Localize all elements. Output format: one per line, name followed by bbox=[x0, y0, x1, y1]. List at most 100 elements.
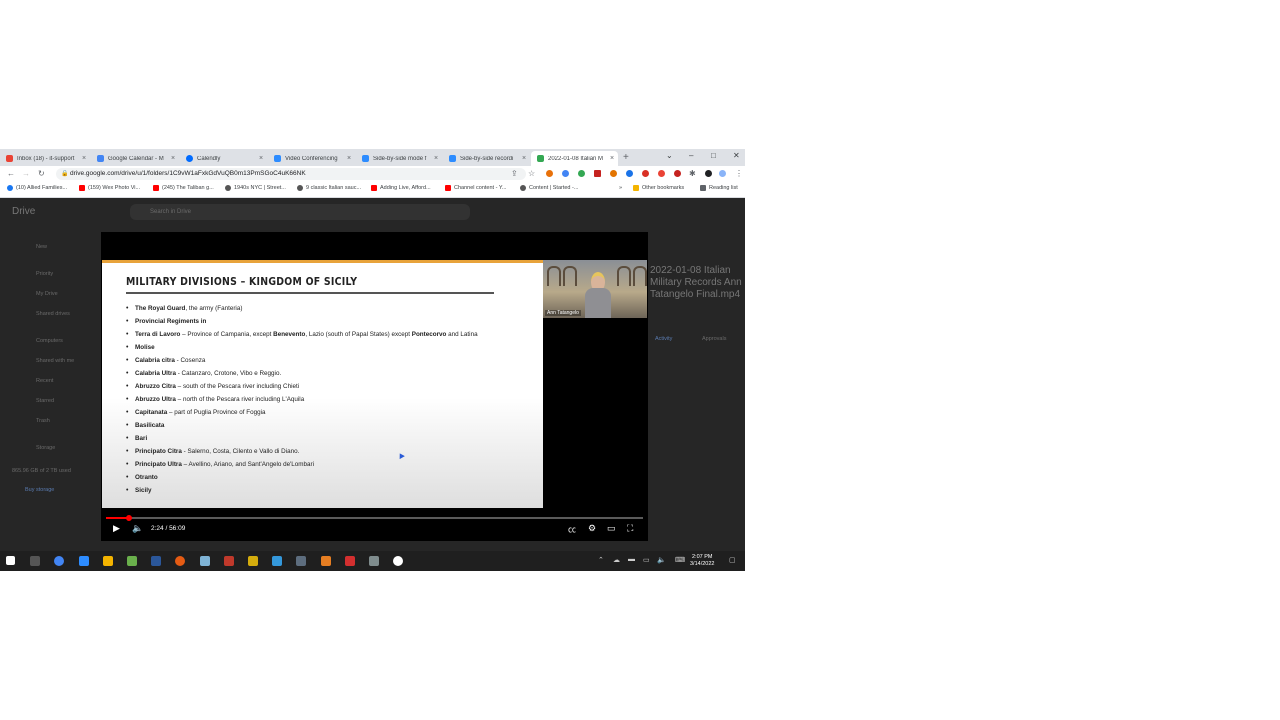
close-icon[interactable]: × bbox=[257, 155, 265, 162]
drive-nav-new[interactable]: New bbox=[36, 244, 47, 250]
captions-icon[interactable]: ㏄ bbox=[568, 524, 576, 535]
slide-bullet: Capitanata – part of Puglia Province of … bbox=[126, 406, 478, 419]
media-icon[interactable] bbox=[705, 170, 712, 177]
speaker-icon[interactable]: 🔈 bbox=[657, 556, 666, 564]
close-icon[interactable]: × bbox=[345, 155, 353, 162]
close-icon[interactable]: × bbox=[80, 155, 88, 162]
video-player[interactable]: MILITARY DIVISIONS – KINGDOM OF SICILY T… bbox=[101, 232, 648, 541]
close-icon[interactable]: × bbox=[608, 155, 616, 162]
extension-icon[interactable] bbox=[578, 170, 585, 177]
fullscreen-icon[interactable]: ⛶ bbox=[627, 523, 633, 534]
task-view-icon[interactable] bbox=[30, 556, 40, 566]
app-icon[interactable] bbox=[272, 556, 282, 566]
tab-inbox[interactable]: Inbox (18) - it-support × bbox=[0, 151, 90, 166]
share-icon[interactable]: ⇪ bbox=[511, 169, 518, 178]
tab-search-icon[interactable]: ⌄ bbox=[666, 151, 673, 160]
progress-scrubber[interactable] bbox=[126, 515, 133, 521]
close-icon[interactable]: × bbox=[520, 155, 528, 162]
more-menu-icon[interactable]: ⋮ bbox=[735, 169, 743, 178]
close-icon[interactable]: × bbox=[169, 155, 177, 162]
tab-calendly[interactable]: Calendly × bbox=[180, 151, 267, 166]
tab-italian-military[interactable]: 2022-01-08 Italian M × bbox=[531, 151, 618, 166]
extension-icon[interactable] bbox=[546, 170, 553, 177]
play-icon[interactable]: ▶ bbox=[113, 523, 120, 534]
other-bookmarks[interactable]: Other bookmarks bbox=[633, 185, 684, 191]
profile-avatar[interactable] bbox=[719, 170, 726, 177]
forward-icon[interactable]: → bbox=[22, 169, 30, 178]
slide-title: MILITARY DIVISIONS – KINGDOM OF SICILY bbox=[126, 275, 358, 288]
app-icon[interactable] bbox=[248, 556, 258, 566]
drive-nav-priority[interactable]: Priority bbox=[36, 271, 53, 277]
media-player-icon[interactable] bbox=[393, 556, 403, 566]
app-icon[interactable] bbox=[127, 556, 137, 566]
zoom-icon[interactable] bbox=[79, 556, 89, 566]
tab-side-by-side-recording[interactable]: Side-by-side recordi × bbox=[443, 151, 530, 166]
app-icon[interactable] bbox=[369, 556, 379, 566]
reload-icon[interactable]: ↻ bbox=[38, 169, 45, 178]
bookmarks-overflow-icon[interactable]: » bbox=[619, 185, 622, 191]
tab-approvals[interactable]: Approvals bbox=[702, 336, 726, 342]
back-icon[interactable]: ← bbox=[7, 169, 15, 178]
extension-icon[interactable] bbox=[674, 170, 681, 177]
window-close-icon[interactable]: ✕ bbox=[733, 151, 740, 160]
bookmark-item[interactable]: (159) Wex Photo Vi... bbox=[79, 185, 140, 191]
bookmark-item[interactable]: 9 classic Italian sauc... bbox=[297, 185, 361, 191]
tab-google-calendar[interactable]: Google Calendar - M × bbox=[91, 151, 179, 166]
address-bar[interactable]: 🔒 drive.google.com/drive/u/1/folders/1C9… bbox=[56, 168, 526, 180]
drive-search-input[interactable]: Search in Drive bbox=[130, 204, 470, 220]
drive-nav-storage[interactable]: Storage bbox=[36, 445, 55, 451]
drive-nav-starred[interactable]: Starred bbox=[36, 398, 54, 404]
minimize-icon[interactable]: – bbox=[689, 151, 693, 160]
bookmark-item[interactable]: Content | Started -... bbox=[520, 185, 578, 191]
network-icon[interactable]: ▭ bbox=[643, 556, 650, 564]
maximize-icon[interactable]: □ bbox=[711, 151, 716, 160]
close-icon[interactable]: × bbox=[432, 155, 440, 162]
miniplayer-icon[interactable]: ▭ bbox=[607, 523, 616, 534]
tab-video-conferencing[interactable]: Video Conferencing × bbox=[268, 151, 355, 166]
buy-storage-link[interactable]: Buy storage bbox=[25, 487, 54, 493]
app-icon[interactable] bbox=[200, 556, 210, 566]
extension-icon[interactable] bbox=[642, 170, 649, 177]
firefox-icon[interactable] bbox=[175, 556, 185, 566]
file-explorer-icon[interactable] bbox=[103, 556, 113, 566]
extension-icon[interactable] bbox=[626, 170, 633, 177]
drive-nav-shared-with-me[interactable]: Shared with me bbox=[36, 358, 74, 364]
acrobat-icon[interactable] bbox=[345, 556, 355, 566]
tab-activity[interactable]: Activity bbox=[655, 336, 672, 342]
reading-list[interactable]: Reading list bbox=[700, 185, 738, 191]
extension-icon[interactable] bbox=[610, 170, 617, 177]
video-progress-bar[interactable] bbox=[106, 515, 643, 521]
drive-nav-trash[interactable]: Trash bbox=[36, 418, 50, 424]
extension-icon[interactable] bbox=[658, 170, 665, 177]
word-icon[interactable] bbox=[151, 556, 161, 566]
bookmark-item[interactable]: (245) The Taliban g... bbox=[153, 185, 214, 191]
drive-nav-my-drive[interactable]: My Drive bbox=[36, 291, 58, 297]
app-icon[interactable] bbox=[224, 556, 234, 566]
bookmark-item[interactable]: (10) Allied Families... bbox=[7, 185, 67, 191]
onedrive-icon[interactable]: ☁ bbox=[613, 556, 620, 564]
vlc-icon[interactable] bbox=[321, 556, 331, 566]
youtube-icon bbox=[79, 185, 85, 191]
chrome-icon[interactable] bbox=[54, 556, 64, 566]
bookmark-item[interactable]: 1940s NYC | Street... bbox=[225, 185, 286, 191]
extension-icon[interactable] bbox=[562, 170, 569, 177]
bookmark-item[interactable]: Channel content - Y... bbox=[445, 185, 506, 191]
drive-nav-shared-drives[interactable]: Shared drives bbox=[36, 311, 70, 317]
extension-icon[interactable] bbox=[594, 170, 601, 177]
star-icon[interactable]: ☆ bbox=[528, 169, 535, 178]
windows-start-icon[interactable] bbox=[6, 556, 15, 565]
keyboard-icon[interactable]: ⌨ bbox=[675, 556, 685, 564]
app-icon[interactable] bbox=[296, 556, 306, 566]
drive-nav-computers[interactable]: Computers bbox=[36, 338, 63, 344]
tab-side-by-side-mode[interactable]: Side-by-side mode f × bbox=[356, 151, 442, 166]
puzzle-icon[interactable]: ✱ bbox=[689, 169, 696, 178]
drive-nav-recent[interactable]: Recent bbox=[36, 378, 53, 384]
taskbar-clock[interactable]: 2:07 PM 3/14/2022 bbox=[690, 554, 714, 568]
new-tab-button[interactable]: + bbox=[623, 152, 629, 163]
tray-app-icon[interactable]: ▬ bbox=[628, 556, 635, 563]
bookmark-item[interactable]: Adding Live, Afford... bbox=[371, 185, 431, 191]
notifications-icon[interactable]: ▢ bbox=[729, 556, 736, 564]
settings-gear-icon[interactable]: ⚙ bbox=[588, 523, 596, 534]
tray-chevron-icon[interactable]: ⌃ bbox=[598, 556, 604, 564]
volume-icon[interactable]: 🔈 bbox=[132, 523, 143, 534]
